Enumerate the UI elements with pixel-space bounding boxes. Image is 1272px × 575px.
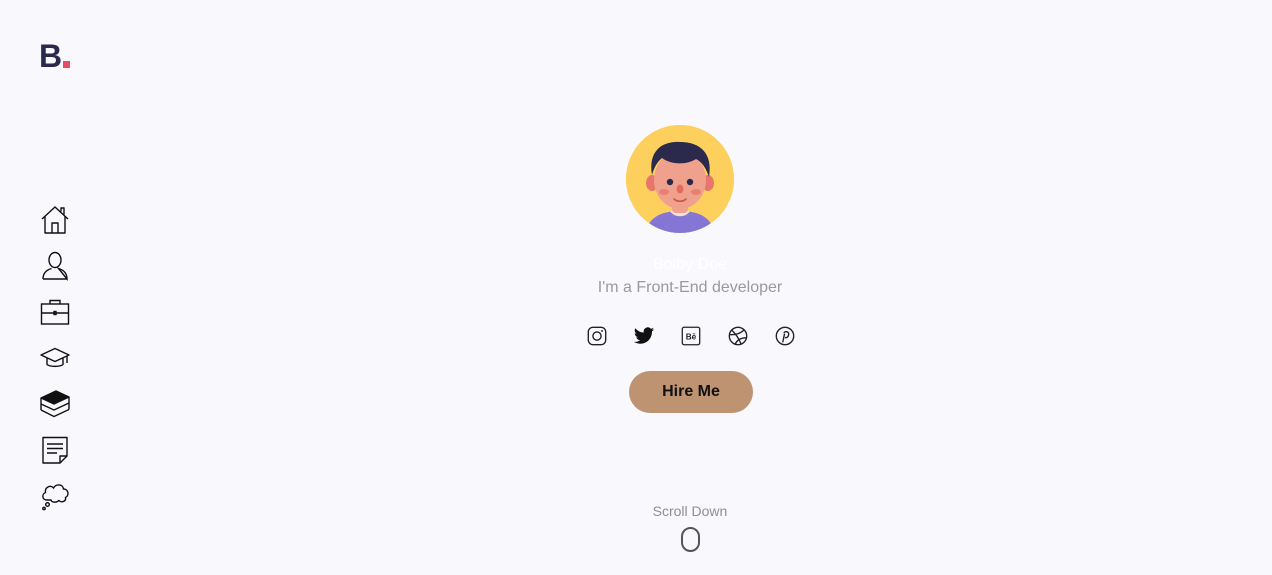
dribbble-icon	[728, 326, 748, 346]
twitter-icon	[633, 327, 655, 344]
instagram-icon	[587, 326, 607, 346]
avatar	[626, 125, 734, 233]
social-instagram[interactable]	[585, 324, 609, 348]
profile-name: Bolby Doe	[653, 256, 727, 273]
pinterest-icon	[775, 326, 795, 346]
mouse-scroll-icon[interactable]	[681, 527, 700, 552]
page: B Bolby Doe I'm a Front-End developer Bē…	[0, 0, 1272, 575]
svg-text:Bē: Bē	[686, 333, 697, 342]
social-twitter[interactable]	[632, 324, 656, 348]
social-links: Bē	[585, 323, 797, 349]
hero-section: Bolby Doe I'm a Front-End developer Bē H…	[0, 0, 1272, 575]
hire-me-button[interactable]: Hire Me	[629, 371, 753, 413]
profile-role: I'm a Front-End developer	[597, 279, 783, 296]
social-pinterest[interactable]	[773, 324, 797, 348]
social-behance[interactable]: Bē	[679, 324, 703, 348]
scroll-down-label: Scroll Down	[652, 503, 728, 519]
social-dribbble[interactable]	[726, 324, 750, 348]
avatar-illustration	[626, 125, 734, 233]
behance-icon: Bē	[681, 326, 701, 346]
